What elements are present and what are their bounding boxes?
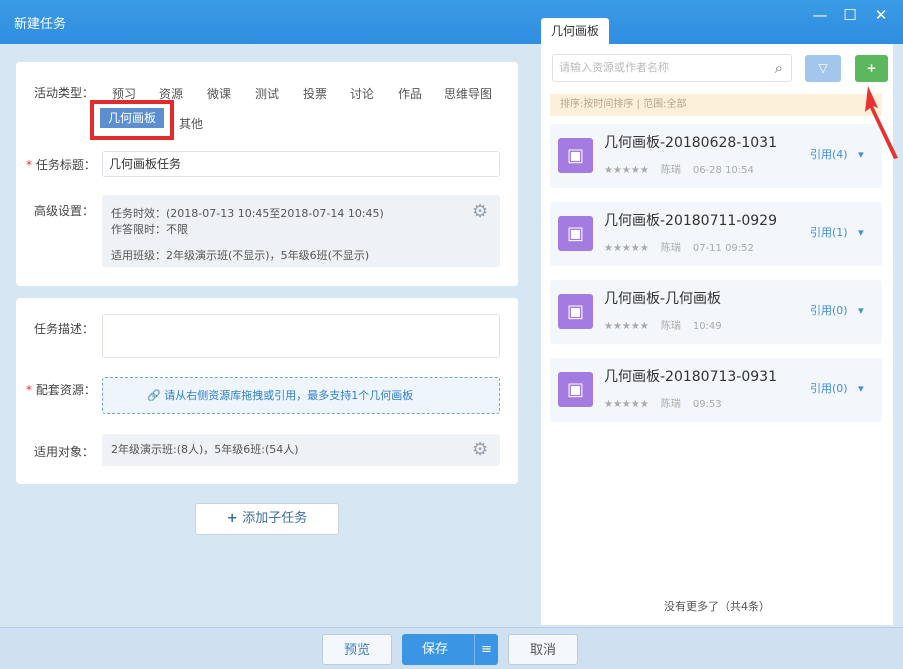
classes: 适用班级：2年级演示班(不显示)，5年级6班(不显示) — [111, 249, 370, 262]
gear-icon[interactable]: ⚙ — [472, 201, 488, 222]
resource-dropzone[interactable]: 🔗 请从右侧资源库拖拽或引用，最多支持1个几何画板 — [102, 377, 500, 414]
desc-input[interactable] — [102, 314, 500, 358]
cancel-button[interactable]: 取消 — [508, 634, 578, 665]
add-button[interactable]: + — [855, 55, 888, 82]
target-label: 适用对象： — [34, 445, 95, 459]
gear-icon[interactable]: ⚙ — [472, 434, 488, 466]
red-arrow-annotation — [865, 86, 898, 159]
search-input[interactable]: 请输入资源或作者名称 ⌕ — [552, 54, 792, 82]
geometry-board-icon: ▣ — [558, 216, 593, 251]
detail-card: 任务描述： * 配套资源： 🔗 请从右侧资源库拖拽或引用，最多支持1个几何画板 … — [16, 298, 518, 484]
type-discussion[interactable]: 讨论 — [350, 85, 374, 102]
target-box: 2年级演示班:(8人)，5年级6班:(54人) ⚙ — [102, 434, 500, 466]
add-subtask-button[interactable]: + 添加子任务 — [195, 503, 339, 535]
advanced-label: 高级设置： — [34, 204, 95, 218]
resource-label: * 配套资源： — [26, 383, 96, 397]
link-icon: 🔗 — [147, 389, 165, 402]
sort-info[interactable]: 排序:按时间排序 | 范围:全部 — [550, 94, 882, 116]
footer-bar: 预览 保存 ≡ 取消 — [0, 627, 903, 669]
time-limit: 作答限时：不限 — [111, 223, 188, 236]
geometry-board-icon: ▣ — [558, 372, 593, 407]
tab-geometry[interactable]: 几何画板 — [541, 18, 609, 45]
advanced-settings: 任务时效：(2018-07-13 10:45至2018-07-14 10:45)… — [102, 195, 500, 267]
save-button[interactable]: 保存 ≡ — [402, 634, 498, 665]
preview-button[interactable]: 预览 — [322, 634, 392, 665]
list-item[interactable]: ▣ 几何画板-20180711-0929 ★★★★★ 陈瑞 07-11 09:52 引用(… — [550, 202, 882, 266]
ref-button[interactable]: 引用(1) ▾ — [810, 224, 864, 240]
activity-type-label: 活动类型： — [34, 86, 95, 100]
list-item[interactable]: ▣ 几何画板-几何画板 ★★★★★ 陈瑞 10:49 引用(0) ▾ — [550, 280, 882, 344]
filter-button[interactable]: ▽ — [805, 55, 841, 82]
title-input[interactable]: 几何画板任务 — [102, 151, 500, 177]
rating-stars: ★★★★★ — [604, 243, 649, 254]
type-geometry-selected[interactable]: 几何画板 — [90, 100, 174, 140]
desc-label: 任务描述： — [34, 322, 95, 336]
geometry-board-icon: ▣ — [558, 138, 593, 173]
validity: 任务时效：(2018-07-13 10:45至2018-07-14 10:45) — [111, 207, 384, 220]
save-menu-button[interactable]: ≡ — [474, 634, 498, 665]
geometry-board-icon: ▣ — [558, 294, 593, 329]
close-button[interactable]: ✕ — [871, 6, 891, 24]
window-title: 新建任务 — [14, 17, 67, 32]
search-icon[interactable]: ⌕ — [775, 55, 783, 81]
type-other[interactable]: 其他 — [179, 115, 203, 132]
basic-card: 活动类型： 预习 资源 微课 测试 投票 讨论 作品 思维导图 其他 * 任务标… — [16, 62, 518, 286]
title-label: * 任务标题： — [26, 158, 96, 172]
ref-button[interactable]: 引用(0) ▾ — [810, 380, 864, 396]
type-work[interactable]: 作品 — [398, 85, 422, 102]
title-bar: 新建任务 — ☐ ✕ — [0, 0, 903, 44]
filter-icon: ▽ — [818, 61, 828, 75]
type-microlesson[interactable]: 微课 — [207, 85, 231, 102]
ref-button[interactable]: 引用(0) ▾ — [810, 302, 864, 318]
list-item[interactable]: ▣ 几何画板-20180628-1031 ★★★★★ 陈瑞 06-28 10:54 引用(… — [550, 124, 882, 188]
type-mindmap[interactable]: 思维导图 — [444, 85, 492, 102]
minimize-button[interactable]: — — [810, 6, 830, 24]
maximize-button[interactable]: ☐ — [840, 6, 860, 24]
ref-button[interactable]: 引用(4) ▾ — [810, 146, 864, 162]
type-vote[interactable]: 投票 — [303, 85, 327, 102]
rating-stars: ★★★★★ — [604, 399, 649, 410]
type-test[interactable]: 测试 — [255, 85, 279, 102]
resource-panel: 请输入资源或作者名称 ⌕ ▽ + 排序:按时间排序 | 范围:全部 ▣ 几何画板-2… — [541, 44, 893, 625]
rating-stars: ★★★★★ — [604, 321, 649, 332]
list-item[interactable]: ▣ 几何画板-20180713-0931 ★★★★★ 陈瑞 09:53 引用(0) ▾ — [550, 358, 882, 422]
list-footer: 没有更多了（共4条） — [664, 600, 770, 613]
rating-stars: ★★★★★ — [604, 165, 649, 176]
